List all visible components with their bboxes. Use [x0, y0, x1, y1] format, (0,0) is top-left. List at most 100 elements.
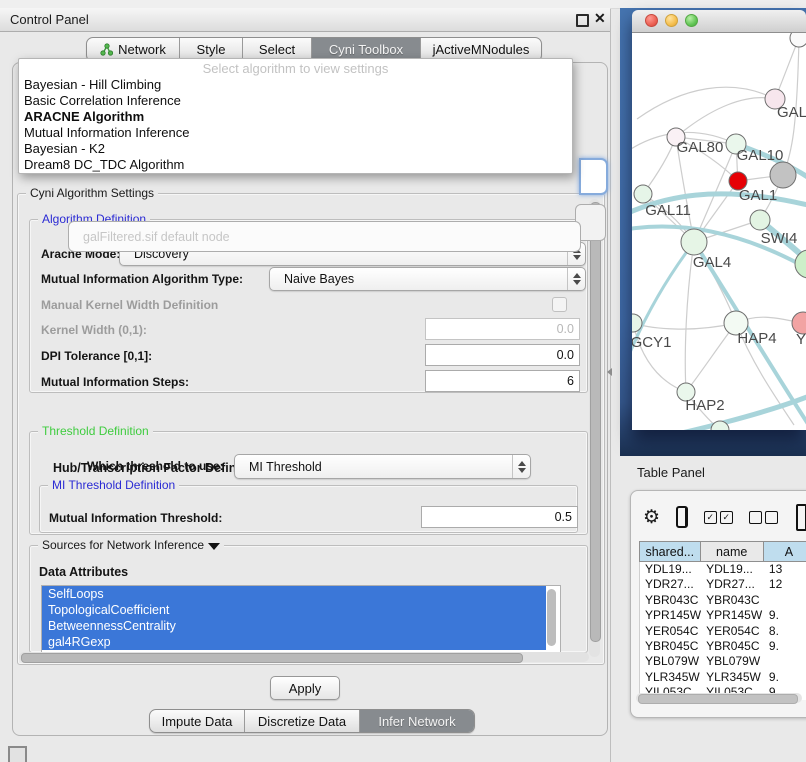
node-gal11[interactable] — [634, 185, 652, 203]
node-label-hap4: HAP4 — [737, 330, 776, 347]
list-item-topologicalcoefficient[interactable]: TopologicalCoefficient — [42, 602, 546, 618]
mac-zoom-icon[interactable] — [685, 14, 698, 27]
column-header-a[interactable]: A — [764, 541, 806, 562]
control-panel: Control Panel ✕ NetworkStyleSelectCyni T… — [0, 0, 611, 762]
node-table: shared...nameA YDL19...YDL19...13YDR27..… — [639, 541, 806, 700]
node-label-y: Y — [796, 331, 806, 348]
manual-kernel-checkbox[interactable] — [552, 297, 567, 312]
mi-steps-label: Mutual Information Steps: — [41, 375, 189, 389]
dropdown-item-mutual-information-inference[interactable]: Mutual Information Inference — [19, 125, 572, 141]
columns-icon[interactable] — [676, 506, 688, 528]
network-table-combo[interactable]: galFiltered.sif default node — [68, 221, 581, 252]
table-cell: YBR045C — [640, 639, 701, 654]
table-panel-title: Table Panel — [637, 465, 705, 480]
table-row[interactable]: YBL079WYBL079W — [640, 654, 806, 669]
which-threshold-combo[interactable]: MI Threshold — [234, 454, 531, 479]
data-attributes-list[interactable]: SelfLoopsTopologicalCoefficientBetweenne… — [41, 585, 561, 653]
list-item-selfloops[interactable]: SelfLoops — [42, 586, 546, 602]
data-attributes-label: Data Attributes — [39, 565, 128, 579]
table-row[interactable]: YBR043CYBR043C — [640, 593, 806, 608]
apply-button[interactable]: Apply — [270, 676, 340, 700]
table-panel-header: Table Panel — [620, 456, 806, 488]
bottom-tab-infer-network-label: Infer Network — [378, 714, 455, 729]
control-panel-title: Control Panel — [10, 12, 89, 27]
network-view-window[interactable]: GALGAL80GAL10GAL1GAL11SWI4GAL4HAP4YGCY1H… — [632, 10, 806, 430]
dpi-tolerance-label: DPI Tolerance [0,1]: — [41, 349, 152, 363]
mi-type-combo[interactable]: Naive Bayes — [269, 267, 586, 291]
table-row[interactable]: YDR27...YDR27...12 — [640, 577, 806, 592]
table-row[interactable]: YLR345WYLR345W9. — [640, 670, 806, 685]
table-cell: YDR27... — [640, 577, 701, 592]
tab-cyni-toolbox-label: Cyni Toolbox — [329, 42, 403, 57]
network-edge — [686, 323, 736, 392]
bottom-tabbar: Impute Data Discretize Data Infer Network — [149, 709, 475, 733]
table-row[interactable]: YBR045CYBR045C9. — [640, 639, 806, 654]
control-panel-titlebar: Control Panel — [0, 8, 610, 32]
settings-scrollbar-thumb[interactable] — [590, 202, 601, 642]
network-edge — [676, 98, 775, 137]
bottom-tab-discretize-data-label: Discretize Data — [258, 714, 346, 729]
sources-group-title[interactable]: Sources for Network Inference — [38, 538, 224, 552]
manual-kernel-label: Manual Kernel Width Definition — [41, 298, 218, 312]
node-swi4[interactable] — [750, 210, 770, 230]
table-cell: YPR145W — [640, 608, 701, 623]
mi-threshold-definition-title: MI Threshold Definition — [48, 478, 179, 492]
node-top-partial[interactable] — [790, 33, 806, 47]
stepper-icon[interactable] — [567, 268, 585, 290]
gear-icon[interactable]: ⚙ — [643, 508, 660, 527]
column-header-shared[interactable]: shared... — [639, 541, 701, 562]
float-window-icon[interactable] — [576, 14, 589, 27]
deselect-all-columns-icon[interactable] — [749, 511, 778, 524]
node-gal4[interactable] — [681, 229, 707, 255]
table-hscrollbar-track[interactable] — [636, 693, 802, 703]
table-toolbar: ⚙ ✓✓ — [631, 499, 806, 535]
cyni-algorithm-settings-title: Cyni Algorithm Settings — [26, 186, 158, 200]
mac-minimize-icon[interactable] — [665, 14, 678, 27]
network-window-titlebar[interactable] — [632, 10, 806, 33]
table-row[interactable]: YPR145WYPR145W9. — [640, 608, 806, 623]
tab-jactivemnodules-label: jActiveMNodules — [433, 42, 530, 57]
mi-steps-field[interactable]: 6 — [425, 370, 580, 392]
network-canvas[interactable]: GALGAL80GAL10GAL1GAL11SWI4GAL4HAP4YGCY1H… — [632, 33, 806, 430]
algorithm-combo-fragment[interactable] — [579, 158, 608, 195]
table-cell: 12 — [764, 577, 806, 592]
network-table-combo-value: galFiltered.sif default node — [83, 230, 230, 244]
mi-type-value: Naive Bayes — [284, 272, 354, 286]
mi-threshold-field[interactable]: 0.5 — [421, 506, 578, 528]
dropdown-item-bayesian-hill-climbing[interactable]: Bayesian - Hill Climbing — [19, 77, 572, 93]
settings-hscrollbar-thumb[interactable] — [21, 653, 523, 663]
app-root: Control Panel ✕ NetworkStyleSelectCyni T… — [0, 0, 806, 762]
table-cell: YBL079W — [701, 654, 764, 669]
list-item-betweennesscentrality[interactable]: BetweennessCentrality — [42, 618, 546, 634]
column-header-name[interactable]: name — [701, 541, 764, 562]
list-scrollbar-thumb[interactable] — [547, 589, 556, 646]
mac-close-icon[interactable] — [645, 14, 658, 27]
dpi-tolerance-field[interactable]: 0.0 — [425, 344, 580, 366]
network-edge — [633, 323, 736, 329]
table-cell: YER054C — [640, 624, 701, 639]
bottom-tab-discretize-data[interactable]: Discretize Data — [245, 710, 360, 732]
splitter-arrow-icon[interactable] — [607, 368, 612, 376]
list-item-gal4rgexp[interactable]: gal4RGexp — [42, 634, 546, 650]
dropdown-item-dream8-dc-tdc-algorithm[interactable]: Dream8 DC_TDC Algorithm — [19, 157, 572, 173]
table-cell: YBR043C — [701, 593, 764, 608]
dropdown-item-basic-correlation-inference[interactable]: Basic Correlation Inference — [19, 93, 572, 109]
kernel-width-field[interactable]: 0.0 — [425, 318, 580, 340]
select-all-columns-icon[interactable]: ✓✓ — [704, 511, 733, 524]
table-cell: YER054C — [701, 624, 764, 639]
table-hscrollbar-thumb[interactable] — [638, 694, 798, 704]
bottom-tab-impute-data[interactable]: Impute Data — [150, 710, 245, 732]
table-panel-window: ⚙ ✓✓ shared...nameA YDL19...YDL19...13YD… — [630, 490, 806, 718]
new-table-icon[interactable] — [796, 504, 806, 531]
dropdown-item-bayesian-k2[interactable]: Bayesian - K2 — [19, 141, 572, 157]
table-row[interactable]: YER054CYER054C8. — [640, 624, 806, 639]
table-row[interactable]: YDL19...YDL19...13 — [640, 562, 806, 577]
node-label-gal11: GAL11 — [645, 202, 691, 219]
dropdown-item-aracne-algorithm[interactable]: ARACNE Algorithm — [19, 109, 572, 125]
minimized-panel-icon[interactable] — [8, 746, 27, 762]
stepper-icon[interactable] — [512, 455, 530, 478]
node-label-gcy1: GCY1 — [632, 334, 671, 351]
bottom-tab-infer-network[interactable]: Infer Network — [360, 710, 474, 732]
close-icon[interactable]: ✕ — [594, 10, 606, 27]
node-gray[interactable] — [770, 162, 796, 188]
